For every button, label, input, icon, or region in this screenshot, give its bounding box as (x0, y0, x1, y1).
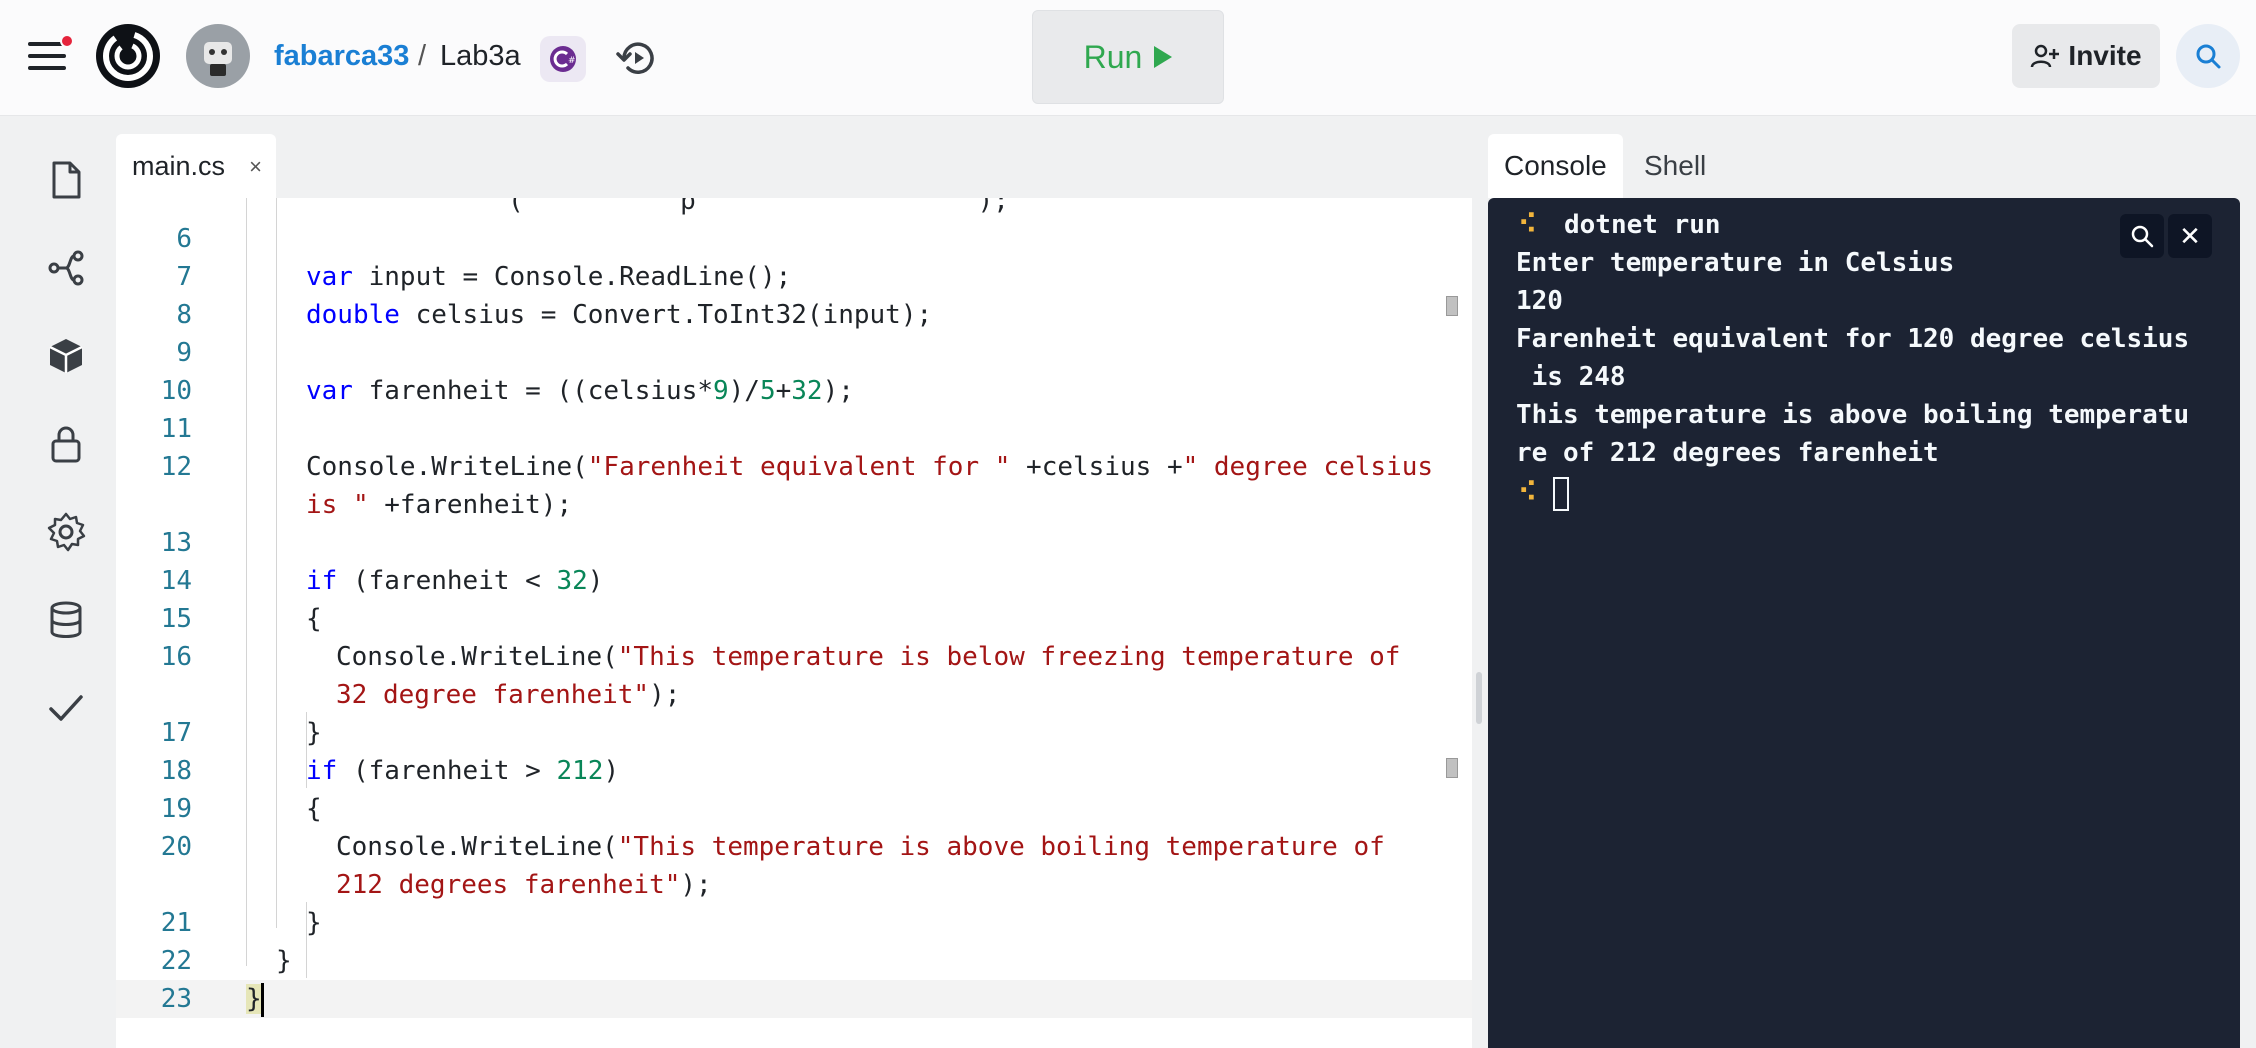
console-line: This temperature is above boiling temper… (1516, 400, 2190, 430)
code-line: 21} (160, 908, 322, 938)
checkmark-icon[interactable] (44, 686, 88, 730)
editor-panel: main.cs × ( p ); 6 7 var input = Console.… (116, 134, 1472, 1048)
tab-label: main.cs (132, 150, 226, 181)
notification-dot (60, 34, 74, 48)
code-line: 16 Console.WriteLine("This temperature is… (160, 642, 1401, 672)
code-line: 19{ (160, 794, 322, 824)
menu-icon[interactable] (28, 34, 74, 72)
code-line: 18 if (farenheit > 212) (160, 756, 620, 786)
code-line: 13 (160, 528, 192, 558)
console-line: dotnet run (1564, 210, 1721, 240)
console-search-icon[interactable] (2120, 214, 2164, 258)
console-cursor (1552, 476, 1569, 511)
scrollbar-marker[interactable] (1446, 296, 1458, 316)
close-tab-icon[interactable]: × (249, 154, 262, 180)
code-line: 8 double celsius = Convert.ToInt32(input)… (176, 300, 933, 330)
code-line: is " +farenheit); (306, 490, 573, 520)
console-line: Farenheit equivalent for 120 degree cels… (1516, 324, 2190, 354)
run-button[interactable]: Run (1032, 10, 1224, 104)
console-panel: Console Shell ✕ ⠪ dotnet run Enter tempe… (1488, 134, 2240, 1048)
code-line: 22} (160, 946, 292, 976)
repl-name[interactable]: Lab3a (440, 40, 521, 73)
prompt-icon: ⠪ (1518, 478, 1538, 508)
code-line: 12 Console.WriteLine("Farenheit equivalen… (160, 452, 1434, 482)
invite-button[interactable]: Invite (2012, 24, 2160, 88)
top-bar: fabarca33 / Lab3a # Run Invite (0, 0, 2256, 116)
panel-resize-handle[interactable] (1476, 672, 1482, 724)
code-line: 7 var input = Console.ReadLine(); (176, 262, 792, 292)
settings-icon[interactable] (44, 510, 88, 554)
current-code-line: 23} (116, 980, 1472, 1018)
csharp-language-icon[interactable]: # (540, 36, 586, 82)
tab-console[interactable]: Console (1488, 134, 1623, 198)
code-line: 17} (160, 718, 322, 748)
console-close-icon[interactable]: ✕ (2168, 214, 2212, 258)
git-icon[interactable] (44, 246, 88, 290)
secrets-icon[interactable] (44, 422, 88, 466)
run-button-label: Run (1083, 38, 1143, 75)
history-icon[interactable] (614, 34, 662, 82)
prompt-icon: ⠪ (1518, 210, 1538, 240)
console-output[interactable]: ✕ ⠪ dotnet run Enter temperature in Cels… (1488, 198, 2240, 1048)
code-line: 11 (160, 414, 192, 444)
search-icon[interactable] (2176, 24, 2240, 88)
invite-button-label: Invite (2068, 40, 2142, 71)
code-line: 212 degrees farenheit"); (336, 870, 712, 900)
code-line: 32 degree farenheit"); (336, 680, 681, 710)
scrollbar-marker[interactable] (1446, 758, 1458, 778)
code-line: 6 (176, 224, 192, 254)
sidebar (14, 134, 118, 1048)
console-line: re of 212 degrees farenheit (1516, 438, 1939, 468)
play-icon (1154, 46, 1173, 68)
console-line: 120 (1516, 286, 1563, 316)
avatar[interactable] (186, 24, 250, 88)
code-line: 20 Console.WriteLine("This temperature is… (160, 832, 1385, 862)
code-line: 10 var farenheit = ((celsius*9)/5+32); (160, 376, 854, 406)
svg-text:#: # (568, 56, 576, 66)
code-line: 9 (176, 338, 192, 368)
code-line: 14 if (farenheit < 32) (160, 566, 604, 596)
packages-icon[interactable] (44, 334, 88, 378)
text-cursor (260, 982, 264, 1017)
database-icon[interactable] (44, 598, 88, 642)
replit-logo[interactable] (96, 24, 160, 88)
console-line: is 248 (1516, 362, 1626, 392)
breadcrumb-separator: / (418, 40, 427, 72)
add-user-icon (2031, 44, 2060, 68)
code-line: 15{ (160, 604, 322, 634)
console-line: Enter temperature in Celsius (1516, 248, 1955, 278)
tab-main-cs[interactable]: main.cs × (116, 134, 276, 198)
files-icon[interactable] (44, 158, 88, 202)
code-editor[interactable]: ( p ); 6 7 var input = Console.ReadLine()… (116, 198, 1472, 1048)
code-line: ( p ); (508, 198, 1009, 216)
tab-shell[interactable]: Shell (1628, 134, 1722, 198)
repl-owner-link[interactable]: fabarca33 (274, 40, 409, 73)
